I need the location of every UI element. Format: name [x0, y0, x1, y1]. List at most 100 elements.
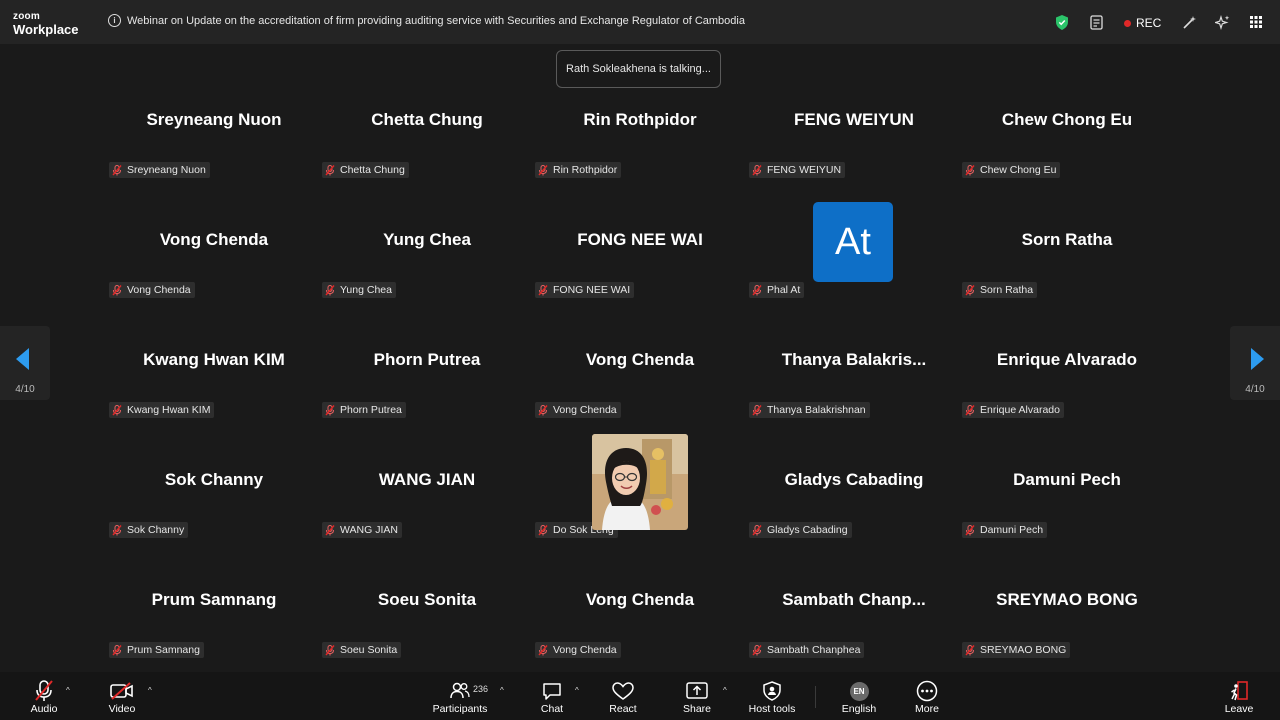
participant-tile[interactable]: Kwang Hwan KIM Kwang Hwan KIM — [107, 338, 321, 458]
microphone-muted-icon — [325, 164, 340, 176]
participant-label-text: Vong Chenda — [127, 284, 191, 296]
participant-tile[interactable]: WANG JIAN WANG JIAN — [320, 458, 534, 578]
microphone-muted-icon — [325, 644, 340, 656]
participant-avatar[interactable]: At — [813, 202, 893, 282]
magic-wand-icon[interactable] — [1182, 15, 1197, 30]
chat-button[interactable]: Chat — [536, 672, 568, 720]
participant-tile[interactable]: Sorn Ratha Sorn Ratha — [960, 218, 1174, 338]
participant-label-text: Damuni Pech — [980, 524, 1044, 536]
notes-icon[interactable] — [1090, 15, 1104, 30]
participants-count: 236 — [473, 684, 489, 694]
chat-options-chevron-icon[interactable]: ^ — [575, 686, 579, 695]
more-button[interactable]: More — [910, 672, 944, 720]
participant-name-label: Enrique Alvarado — [962, 402, 1064, 418]
shield-icon[interactable] — [1055, 15, 1069, 30]
participant-label-text: Sambath Chanphea — [767, 644, 861, 656]
page-indicator-right: 4/10 — [1245, 384, 1265, 395]
top-bar: zoom Workplace i Webinar on Update on th… — [0, 0, 1280, 44]
ai-companion-icon[interactable] — [1215, 15, 1230, 30]
arrow-right-icon — [1251, 348, 1264, 370]
language-button[interactable]: EN English — [840, 672, 878, 720]
participant-tile[interactable]: Thanya Balakris... Thanya Balakrishnan — [747, 338, 961, 458]
participant-tile[interactable]: Rin Rothpidor Rin Rothpidor — [533, 98, 747, 218]
participant-name-label: Damuni Pech — [962, 522, 1048, 538]
microphone-muted-icon — [752, 524, 767, 536]
participant-label-text: Sreyneang Nuon — [127, 164, 206, 176]
recording-indicator[interactable]: REC — [1124, 16, 1161, 30]
arrow-left-icon — [16, 348, 29, 370]
share-button[interactable]: Share — [680, 672, 714, 720]
participant-label-text: FONG NEE WAI — [553, 284, 631, 296]
participant-display-name: Rin Rothpidor — [583, 110, 697, 129]
audio-button[interactable]: Audio — [26, 672, 62, 720]
participant-label-text: Soeu Sonita — [340, 644, 398, 656]
participant-label-text: Enrique Alvarado — [980, 404, 1060, 416]
microphone-muted-icon — [325, 404, 340, 416]
participant-display-name: Kwang Hwan KIM — [143, 350, 285, 369]
meeting-info[interactable]: i Webinar on Update on the accreditation… — [108, 14, 745, 27]
participant-tile[interactable]: Sok Channy Sok Channy — [107, 458, 321, 578]
chat-label: Chat — [540, 703, 564, 715]
react-button[interactable]: React — [606, 672, 640, 720]
microphone-muted-icon — [112, 404, 127, 416]
participant-tile[interactable]: Yung Chea Yung Chea — [320, 218, 534, 338]
info-icon[interactable]: i — [108, 14, 121, 27]
previous-page-button[interactable]: 4/10 — [0, 326, 50, 400]
host-tools-button[interactable]: Host tools — [746, 672, 798, 720]
share-label: Share — [682, 703, 712, 715]
record-dot-icon — [1124, 19, 1131, 27]
video-options-chevron-icon[interactable]: ^ — [148, 686, 152, 695]
share-options-chevron-icon[interactable]: ^ — [723, 686, 727, 695]
participant-video-photo[interactable] — [592, 434, 688, 530]
participant-tile[interactable]: Sreyneang Nuon Sreyneang Nuon — [107, 98, 321, 218]
participant-tile[interactable]: FENG WEIYUN FENG WEIYUN — [747, 98, 961, 218]
participant-display-name: Enrique Alvarado — [996, 350, 1138, 369]
participant-name-label: Sreyneang Nuon — [109, 162, 210, 178]
microphone-muted-icon — [752, 284, 767, 296]
participant-display-name: Soeu Sonita — [377, 590, 477, 609]
participant-name-label: Phorn Putrea — [322, 402, 406, 418]
audio-label: Audio — [30, 703, 58, 715]
participant-name-label: Rin Rothpidor — [535, 162, 622, 178]
microphone-muted-icon — [965, 164, 980, 176]
heart-icon — [612, 681, 634, 700]
participant-tile[interactable]: Vong Chenda Vong Chenda — [107, 218, 321, 338]
participant-tile[interactable]: Chew Chong Eu Chew Chong Eu — [960, 98, 1174, 218]
participant-label-text: Vong Chenda — [553, 644, 617, 656]
participant-display-name: Damuni Pech — [1013, 470, 1121, 489]
participant-label-text: Chew Chong Eu — [980, 164, 1057, 176]
participant-label-text: Gladys Cabading — [767, 524, 848, 536]
share-screen-icon — [686, 682, 708, 699]
participant-label-text: Sok Channy — [127, 524, 185, 536]
microphone-muted-icon — [965, 524, 980, 536]
next-page-button[interactable]: 4/10 — [1230, 326, 1280, 400]
video-button[interactable]: Video — [104, 672, 140, 720]
participant-label-text: FENG WEIYUN — [767, 164, 842, 176]
participant-name-label: Thanya Balakrishnan — [749, 402, 870, 418]
meeting-toolbar: Audio ^ Video ^ Participants 236 ^ Chat … — [0, 672, 1280, 720]
audio-options-chevron-icon[interactable]: ^ — [66, 686, 70, 695]
page-indicator-left: 4/10 — [15, 384, 35, 395]
participant-label-text: WANG JIAN — [340, 524, 398, 536]
apps-grid-icon[interactable] — [1250, 16, 1262, 28]
participant-display-name: Yung Chea — [383, 230, 471, 249]
leave-button[interactable]: Leave — [1222, 672, 1256, 720]
participant-tile[interactable]: Phorn Putrea Phorn Putrea — [320, 338, 534, 458]
participants-button[interactable]: Participants — [430, 672, 490, 720]
participant-name-label: Sorn Ratha — [962, 282, 1038, 298]
participant-name-label: Phal At — [749, 282, 805, 298]
participant-tile[interactable]: Gladys Cabading Gladys Cabading — [747, 458, 961, 578]
participant-tile[interactable]: Damuni Pech Damuni Pech — [960, 458, 1174, 578]
participant-label-text: Phorn Putrea — [340, 404, 402, 416]
microphone-muted-icon — [965, 284, 980, 296]
participant-display-name: Chew Chong Eu — [1001, 110, 1133, 129]
participants-options-chevron-icon[interactable]: ^ — [500, 686, 504, 695]
participant-tile[interactable]: FONG NEE WAI FONG NEE WAI — [533, 218, 747, 338]
participant-display-name: Sorn Ratha — [1021, 230, 1113, 249]
participant-tile[interactable]: Enrique Alvarado Enrique Alvarado — [960, 338, 1174, 458]
chat-icon — [543, 682, 561, 700]
language-badge-icon: EN — [849, 681, 869, 701]
participant-label-text: SREYMAO BONG — [980, 644, 1067, 656]
participant-display-name: Sreyneang Nuon — [146, 110, 282, 129]
participant-tile[interactable]: Chetta Chung Chetta Chung — [320, 98, 534, 218]
